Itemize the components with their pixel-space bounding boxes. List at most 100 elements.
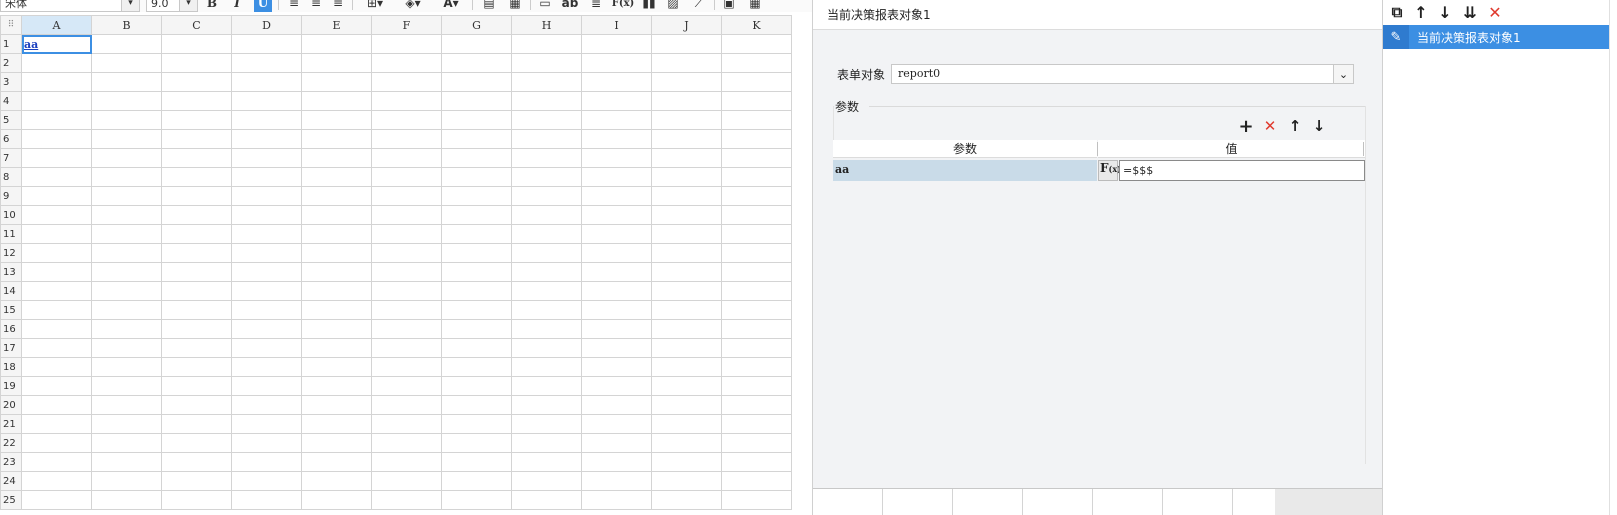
grid-cell[interactable] (231, 91, 302, 111)
grid-cell[interactable] (21, 338, 92, 358)
grid-cell[interactable] (371, 281, 442, 301)
grid-cell[interactable] (651, 300, 722, 320)
grid-cell[interactable] (21, 91, 92, 111)
grid-cell[interactable] (581, 452, 652, 472)
grid-cell[interactable] (581, 414, 652, 434)
grid-cell[interactable] (21, 243, 92, 263)
grid-cell[interactable] (231, 129, 302, 149)
grid-cell[interactable] (91, 262, 162, 282)
column-header-e[interactable]: E (301, 15, 372, 35)
grid-cell[interactable] (231, 433, 302, 453)
row-header[interactable]: 7 (0, 148, 22, 168)
grid-cell[interactable] (441, 414, 512, 434)
grid-cell[interactable] (581, 53, 652, 73)
grid-cell[interactable] (21, 471, 92, 491)
grid-cell[interactable] (721, 205, 792, 225)
grid-cell[interactable] (231, 148, 302, 168)
move-down-button[interactable]: ↓ (1310, 117, 1328, 135)
row-header[interactable]: 23 (0, 452, 22, 472)
grid-cell[interactable] (721, 376, 792, 396)
grid-cell[interactable] (161, 186, 232, 206)
grid-cell[interactable] (21, 376, 92, 396)
grid-cell[interactable] (231, 357, 302, 377)
grid-cell[interactable] (441, 433, 512, 453)
grid-cell[interactable] (511, 91, 582, 111)
grid-cell[interactable] (721, 395, 792, 415)
grid-cell[interactable] (581, 319, 652, 339)
grid-cell[interactable] (161, 281, 232, 301)
grid-cell[interactable] (651, 205, 722, 225)
row-header[interactable]: 5 (0, 110, 22, 130)
grid-cell[interactable] (651, 490, 722, 510)
grid-cell[interactable] (371, 414, 442, 434)
grid-cell[interactable] (91, 129, 162, 149)
grid-cell[interactable] (301, 262, 372, 282)
grid-cell[interactable] (301, 395, 372, 415)
grid-cell[interactable] (441, 205, 512, 225)
table-icon[interactable]: ▦ (746, 0, 764, 12)
column-header-k[interactable]: K (721, 15, 792, 35)
move-bottom-icon[interactable]: ⇊ (1460, 3, 1480, 22)
grid-cell[interactable] (91, 72, 162, 92)
grid-cell[interactable] (721, 319, 792, 339)
grid-cell[interactable] (91, 433, 162, 453)
grid-cell[interactable] (231, 243, 302, 263)
row-header[interactable]: 12 (0, 243, 22, 263)
grid-cell[interactable] (91, 300, 162, 320)
grid-cell[interactable] (511, 338, 582, 358)
grid-cell[interactable] (581, 34, 652, 54)
grid-cell[interactable] (301, 72, 372, 92)
grid-cell[interactable] (301, 357, 372, 377)
grid-cell[interactable] (91, 376, 162, 396)
grid-cell[interactable] (301, 319, 372, 339)
grid-cell[interactable] (651, 414, 722, 434)
grid-cell[interactable] (21, 319, 92, 339)
grid-cell[interactable] (371, 300, 442, 320)
grid-cell[interactable] (301, 91, 372, 111)
grid-cell[interactable] (231, 319, 302, 339)
bold-button[interactable]: B (203, 0, 221, 12)
grid-cell[interactable] (441, 376, 512, 396)
grid-cell[interactable] (161, 243, 232, 263)
grid-cell[interactable] (581, 376, 652, 396)
paragraph-icon[interactable]: ≣ (587, 0, 605, 12)
grid-cell[interactable] (721, 357, 792, 377)
grid-cell[interactable] (511, 319, 582, 339)
grid-cell[interactable] (721, 224, 792, 244)
grid-cell[interactable] (231, 72, 302, 92)
grid-cell[interactable] (721, 91, 792, 111)
formula-button[interactable]: F(x) (610, 0, 636, 12)
grid-cell[interactable] (301, 414, 372, 434)
row-header[interactable]: 3 (0, 72, 22, 92)
grid-cell[interactable] (441, 490, 512, 510)
grid-cell[interactable] (371, 224, 442, 244)
grid-cell[interactable] (721, 300, 792, 320)
row-header[interactable]: 6 (0, 129, 22, 149)
grid-cell[interactable] (161, 205, 232, 225)
grid-cell[interactable] (161, 395, 232, 415)
column-header-a[interactable]: A (21, 15, 92, 35)
grid-cell[interactable] (301, 452, 372, 472)
grid-cell[interactable] (441, 281, 512, 301)
grid-cell[interactable] (581, 186, 652, 206)
grid-cell[interactable] (511, 262, 582, 282)
grid-cell[interactable] (161, 433, 232, 453)
row-header[interactable]: 14 (0, 281, 22, 301)
grid-cell[interactable] (161, 319, 232, 339)
grid-cell[interactable] (21, 433, 92, 453)
chart-icon[interactable]: ▮▮ (640, 0, 658, 12)
grid-cell[interactable] (301, 300, 372, 320)
grid-cell[interactable] (441, 72, 512, 92)
grid-cell[interactable] (721, 262, 792, 282)
grid-cell[interactable] (91, 91, 162, 111)
grid-cell[interactable] (91, 319, 162, 339)
grid-cell[interactable] (301, 186, 372, 206)
grid-cell[interactable] (651, 148, 722, 168)
grid-cell[interactable] (581, 490, 652, 510)
column-header-j[interactable]: J (651, 15, 722, 35)
grid-cell[interactable] (91, 53, 162, 73)
grid-cell[interactable] (581, 281, 652, 301)
align-center-icon[interactable]: ≡ (308, 0, 324, 12)
grid-cell[interactable] (371, 110, 442, 130)
grid-cell[interactable] (441, 471, 512, 491)
